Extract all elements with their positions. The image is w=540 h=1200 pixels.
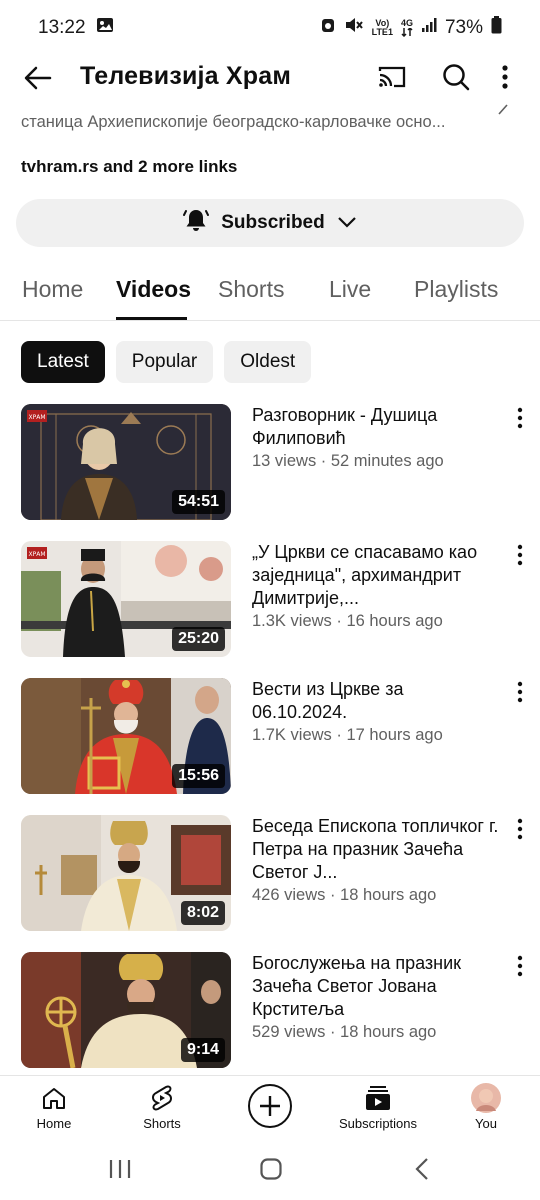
description-expand-icon[interactable]: [497, 102, 509, 119]
video-meta: 1.7K views · 17 hours ago: [252, 726, 443, 744]
chip-oldest[interactable]: Oldest: [224, 341, 312, 383]
video-item[interactable]: 8:02 Беседа Епископа топличког г. Петра …: [21, 815, 531, 933]
channel-links[interactable]: tvhram.rs and 2 more links: [21, 157, 237, 177]
video-meta: 426 views · 18 hours ago: [252, 886, 437, 904]
chip-latest[interactable]: Latest: [21, 341, 105, 383]
battery-percent: 73%: [444, 17, 483, 38]
status-bar: 13:22 Vo) LTE1 4G 73%: [0, 0, 540, 56]
more-options-icon[interactable]: [498, 62, 512, 97]
subscribed-button[interactable]: Subscribed: [16, 199, 524, 247]
avatar: [436, 1082, 536, 1114]
create-button[interactable]: [248, 1084, 292, 1128]
video-item[interactable]: ХРАМ 54:51 Разговорник - Душица Филипови…: [21, 404, 531, 522]
search-icon[interactable]: [441, 62, 471, 97]
video-title[interactable]: Разговорник - Душица Филиповић: [252, 404, 502, 450]
tab-home[interactable]: Home: [22, 276, 83, 303]
chevron-down-icon: [337, 212, 357, 234]
nav-you[interactable]: You: [436, 1082, 536, 1131]
video-meta: 529 views · 18 hours ago: [252, 1023, 437, 1041]
nav-shorts[interactable]: Shorts: [112, 1082, 212, 1131]
notification-bell-icon: [183, 207, 210, 239]
video-more-icon[interactable]: [513, 954, 527, 978]
video-duration: 8:02: [180, 901, 225, 925]
subscriptions-icon: [328, 1082, 428, 1114]
gallery-notification-icon: [96, 16, 114, 40]
nav-you-label: You: [475, 1116, 497, 1131]
plus-icon: [260, 1096, 280, 1116]
nav-home[interactable]: Home: [4, 1082, 104, 1131]
shorts-icon: [112, 1082, 212, 1114]
video-thumbnail[interactable]: 9:14: [21, 952, 231, 1068]
channel-logo: ХРАМ: [28, 414, 45, 421]
video-title[interactable]: Беседа Епископа топличког г. Петра на пр…: [252, 815, 502, 884]
video-duration: 9:14: [180, 1038, 225, 1062]
video-title[interactable]: Вести из Цркве за 06.10.2024.: [252, 678, 502, 724]
tab-shorts[interactable]: Shorts: [218, 276, 284, 303]
signal-icon: [421, 17, 437, 39]
home-icon: [4, 1082, 104, 1114]
video-duration: 25:20: [172, 627, 225, 651]
video-more-icon[interactable]: [513, 680, 527, 704]
video-more-icon[interactable]: [513, 543, 527, 567]
recent-apps-icon[interactable]: [108, 1158, 132, 1185]
back-arrow-icon[interactable]: [22, 62, 54, 94]
back-system-icon[interactable]: [414, 1157, 430, 1186]
system-navigation-bar: [0, 1140, 540, 1200]
video-more-icon[interactable]: [513, 406, 527, 430]
nav-shorts-label: Shorts: [143, 1116, 181, 1131]
sort-chips: Latest Popular Oldest: [21, 341, 312, 383]
mute-icon: [344, 16, 364, 40]
video-item[interactable]: 15:56 Вести из Цркве за 06.10.2024. 1.7K…: [21, 678, 531, 796]
channel-logo: ХРАМ: [28, 551, 45, 558]
channel-tabs: Home Videos Shorts Live Playlists: [0, 262, 540, 321]
video-thumbnail[interactable]: 15:56: [21, 678, 231, 794]
video-title[interactable]: „У Цркви се спасавамо као заједница", ар…: [252, 541, 502, 610]
tab-live[interactable]: Live: [329, 276, 371, 303]
video-thumbnail[interactable]: 8:02: [21, 815, 231, 931]
video-duration: 54:51: [172, 490, 225, 514]
video-thumbnail[interactable]: ХРАМ 25:20: [21, 541, 231, 657]
video-meta: 1.3K views · 16 hours ago: [252, 612, 443, 630]
video-thumbnail[interactable]: ХРАМ 54:51: [21, 404, 231, 520]
nav-subscriptions-label: Subscriptions: [338, 1116, 418, 1131]
status-time: 13:22: [38, 17, 86, 38]
nav-home-label: Home: [36, 1116, 72, 1131]
video-meta: 13 views · 52 minutes ago: [252, 452, 444, 470]
bottom-navigation: Home Shorts Subscriptions You: [0, 1075, 540, 1137]
cast-icon[interactable]: [377, 63, 407, 96]
lte-label: LTE1: [371, 27, 393, 37]
video-item[interactable]: 9:14 Богослужења на празник Зачећа Свето…: [21, 952, 531, 1070]
alarm-icon: [320, 16, 336, 40]
4g-indicator: 4G: [401, 19, 413, 37]
network-gen-label: 4G: [400, 18, 413, 28]
channel-description[interactable]: станица Архиепископије београдско-карлов…: [21, 113, 491, 132]
chip-popular[interactable]: Popular: [115, 341, 214, 383]
video-title[interactable]: Богослужења на празник Зачећа Светог Јов…: [252, 952, 502, 1021]
channel-title: Телевизија Храм: [80, 62, 292, 90]
volte-indicator: Vo) LTE1: [372, 19, 393, 37]
video-duration: 15:56: [172, 764, 225, 788]
nav-subscriptions[interactable]: Subscriptions: [328, 1082, 428, 1131]
subscribed-label: Subscribed: [221, 212, 325, 233]
video-item[interactable]: ХРАМ 25:20 „У Цркви се спасавамо као зај…: [21, 541, 531, 659]
home-system-icon[interactable]: [259, 1157, 283, 1186]
tab-videos[interactable]: Videos: [116, 276, 191, 303]
video-more-icon[interactable]: [513, 817, 527, 841]
active-tab-indicator: [116, 317, 187, 320]
app-header: Телевизија Храм: [0, 56, 540, 102]
battery-icon: [491, 16, 502, 40]
tab-playlists[interactable]: Playlists: [414, 276, 498, 303]
